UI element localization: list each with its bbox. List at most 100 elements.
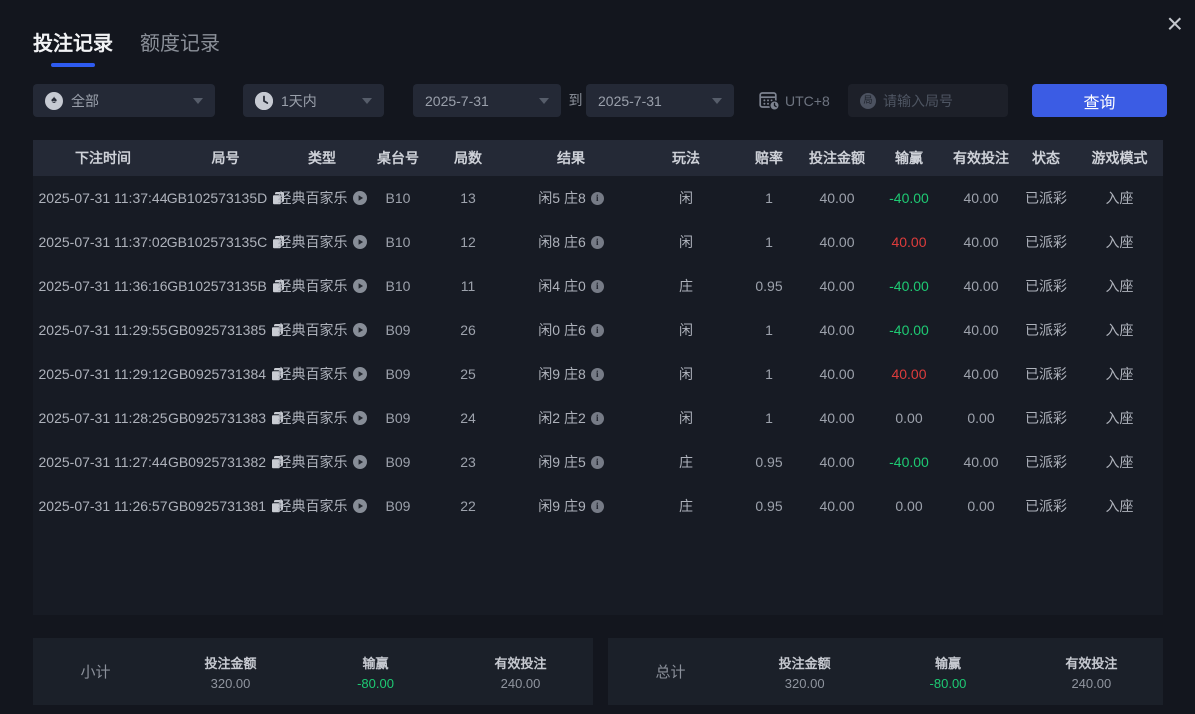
game-mode-cell: 入座 — [1105, 410, 1134, 426]
valid-bet-cell: 40.00 — [963, 366, 999, 382]
round-search-input[interactable] — [883, 92, 996, 109]
bet-amount-cell: 40.00 — [819, 234, 855, 250]
info-icon[interactable] — [590, 411, 604, 425]
round-id-text: GB0925731384 — [167, 366, 267, 382]
info-icon[interactable] — [590, 455, 604, 469]
replay-video-icon[interactable] — [352, 411, 367, 425]
win-loss-cell: 0.00 — [895, 410, 923, 426]
bet-time-cell: 2025-07-31 11:29:55 — [38, 322, 168, 338]
bet-time-cell: 2025-07-31 11:27:44 — [38, 454, 168, 470]
status-cell: 已派彩 — [1025, 366, 1067, 382]
result-cell: 闲9 庄9 — [506, 484, 636, 528]
info-icon[interactable] — [590, 235, 604, 249]
subtotal-valid-bet: 有效投注 240.00 — [494, 655, 547, 691]
replay-video-icon[interactable] — [352, 279, 367, 293]
tab-betting-records-label: 投注记录 — [33, 33, 113, 55]
game-type-cell: 经典百家乐 — [278, 352, 367, 396]
replay-video-icon[interactable] — [352, 235, 367, 249]
round-id-cell: GB102573135D — [167, 176, 285, 220]
timezone-label: UTC+8 — [785, 92, 830, 109]
game-type-text: 经典百家乐 — [277, 278, 348, 294]
play-type-cell: 庄 — [679, 454, 693, 470]
valid-bet-cell: 0.00 — [967, 498, 995, 514]
game-type-text: 经典百家乐 — [277, 190, 348, 206]
query-button[interactable]: 查询 — [1032, 84, 1167, 117]
result-text: 闲0 庄6 — [538, 322, 586, 338]
game-mode-cell: 入座 — [1105, 498, 1134, 514]
table-row: 2025-07-31 11:27:44 GB0925731382 经典百家乐 B… — [33, 440, 1163, 484]
date-from-select[interactable]: 2025-7-31 — [413, 84, 561, 117]
round-number-icon — [860, 92, 876, 109]
replay-video-icon[interactable] — [352, 323, 367, 337]
round-no-cell: 25 — [460, 366, 476, 382]
info-icon[interactable] — [590, 323, 604, 337]
play-type-cell: 闲 — [679, 366, 693, 382]
table-row: 2025-07-31 11:37:02 GB102573135C 经典百家乐 B… — [33, 220, 1163, 264]
status-cell: 已派彩 — [1025, 498, 1067, 514]
date-to-label: 到 — [568, 92, 583, 108]
subtotal-bet-amount: 投注金额 320.00 — [204, 655, 257, 691]
tab-betting-records[interactable]: 投注记录 — [33, 27, 113, 67]
game-type-cell: 经典百家乐 — [277, 396, 367, 440]
replay-video-icon[interactable] — [352, 455, 367, 469]
bet-time-cell: 2025-07-31 11:37:44 — [38, 190, 168, 206]
total-valid-bet: 有效投注 240.00 — [1065, 655, 1118, 691]
bet-amount-cell: 40.00 — [819, 278, 855, 294]
game-type-cell: 经典百家乐 — [278, 440, 367, 484]
game-type-cell: 经典百家乐 — [278, 484, 367, 528]
round-no-cell: 23 — [460, 454, 476, 470]
timezone-indicator: UTC+8 — [759, 84, 830, 117]
info-icon[interactable] — [590, 191, 604, 205]
bet-amount-cell: 40.00 — [819, 410, 855, 426]
bet-amount-cell: 40.00 — [819, 190, 855, 206]
replay-video-icon[interactable] — [352, 367, 367, 381]
tab-quota-records[interactable]: 额度记录 — [140, 27, 220, 67]
bet-time-cell: 2025-07-31 11:37:02 — [38, 234, 168, 250]
chevron-down-icon — [539, 97, 549, 104]
play-type-cell: 闲 — [679, 234, 693, 250]
play-type-cell: 闲 — [679, 410, 693, 426]
date-to-select[interactable]: 2025-7-31 — [586, 84, 734, 117]
round-search-field — [848, 84, 1008, 117]
game-type-text: 经典百家乐 — [277, 410, 348, 426]
round-id-text: GB102573135B — [167, 278, 267, 294]
time-range-select[interactable]: 1天内 — [243, 84, 384, 117]
replay-video-icon[interactable] — [352, 191, 367, 205]
win-loss-cell: -40.00 — [889, 278, 929, 294]
table-body: 2025-07-31 11:37:44 GB102573135D 经典百家乐 B… — [33, 176, 1163, 528]
odds-cell: 0.95 — [755, 498, 783, 514]
records-table: 下注时间 局号 类型 桌台号 局数 结果 玩法 赔率 投注金额 输赢 有效投注 … — [33, 140, 1163, 615]
bet-amount-cell: 40.00 — [819, 454, 855, 470]
bet-amount-cell: 40.00 — [819, 366, 855, 382]
game-type-cell: 经典百家乐 — [278, 220, 367, 264]
replay-video-icon[interactable] — [352, 499, 367, 513]
result-cell: 闲5 庄8 — [506, 176, 636, 220]
bet-time-cell: 2025-07-31 11:36:16 — [38, 278, 168, 294]
status-cell: 已派彩 — [1025, 278, 1067, 294]
result-cell: 闲4 庄0 — [506, 264, 636, 308]
chevron-down-icon — [193, 97, 203, 104]
round-id-text: GB102573135C — [166, 234, 268, 250]
table-row: 2025-07-31 11:28:25 GB0925731383 经典百家乐 B… — [33, 396, 1163, 440]
col-header-result: 结果 — [557, 150, 585, 166]
win-loss-cell: -40.00 — [889, 322, 929, 338]
total-bar: 总计 投注金额 320.00 输赢 -80.00 有效投注 240.00 — [608, 638, 1163, 705]
subtotal-label: 小计 — [80, 664, 111, 681]
date-from-value: 2025-7-31 — [425, 92, 489, 109]
valid-bet-cell: 40.00 — [963, 454, 999, 470]
total-bet-amount: 投注金额 320.00 — [778, 655, 831, 691]
time-range-value: 1天内 — [281, 92, 317, 109]
status-cell: 已派彩 — [1025, 190, 1067, 206]
subtotal-bar: 小计 投注金额 320.00 输赢 -80.00 有效投注 240.00 — [33, 638, 593, 705]
round-id-cell: GB0925731385 — [168, 308, 284, 352]
play-type-cell: 庄 — [679, 278, 693, 294]
info-icon[interactable] — [590, 499, 604, 513]
info-icon[interactable] — [590, 279, 604, 293]
info-icon[interactable] — [590, 367, 604, 381]
betting-records-dialog: 投注记录 额度记录 × 全部 1天内 2025-7-31 到 2025-7-31 — [0, 0, 1195, 714]
col-header-odds: 赔率 — [755, 150, 783, 166]
close-icon[interactable]: × — [1167, 10, 1183, 38]
round-id-cell: GB102573135C — [167, 220, 285, 264]
game-type-select[interactable]: 全部 — [33, 84, 215, 117]
status-cell: 已派彩 — [1025, 234, 1067, 250]
